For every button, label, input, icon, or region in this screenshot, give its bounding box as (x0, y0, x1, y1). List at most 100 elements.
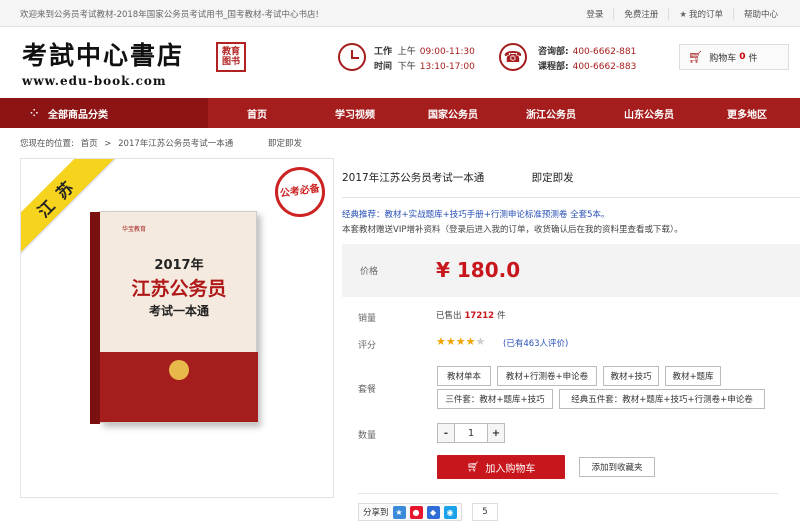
my-orders-label: 我的订单 (688, 10, 723, 20)
consult-phone: 400-6662-881 (572, 47, 637, 57)
price-value: ¥ 180.0 (436, 258, 521, 282)
cart-button[interactable]: 🛒︎ 购物车 0 件 (679, 44, 789, 70)
nav-item-zhejiang[interactable]: 浙江公务员 (502, 98, 600, 128)
my-orders-link[interactable]: ★ 我的订单 (668, 8, 733, 20)
breadcrumb-current[interactable]: 2017年江苏公务员考试一本通 (118, 139, 233, 149)
site-header: 考試中心書店 www.edu-book.com 教育图书 工作 上午 09:00-… (0, 28, 800, 98)
nav-item-national[interactable]: 国家公务员 (404, 98, 502, 128)
add-to-cart-button[interactable]: 🛒︎ 加入购物车 (437, 455, 565, 479)
sales-label: 销量 (358, 314, 377, 324)
share-label: 分享到 (363, 508, 389, 518)
shipping-badge: 即定即发 (531, 172, 574, 184)
clock-icon (338, 43, 366, 71)
divider (342, 197, 800, 198)
consult-label: 咨询部: (538, 47, 569, 57)
share-count: 5 (472, 503, 498, 521)
cart-label: 购物车 (709, 53, 737, 64)
all-categories-label: 全部商品分类 (48, 109, 108, 121)
quantity-minus-button[interactable]: - (437, 423, 455, 443)
book-subtitle: 考试一本通 (148, 304, 209, 318)
nav-item-shandong[interactable]: 山东公务员 (600, 98, 698, 128)
breadcrumb-separator: > (104, 139, 112, 149)
contact-phones: 咨询部: 400-6662-881 课程部: 400-6662-883 (538, 45, 636, 75)
logo-chinese: 考試中心書店 (22, 41, 185, 70)
tencent-share-icon[interactable]: ◉ (443, 505, 457, 519)
hours-am: 09:00-11:30 (419, 47, 475, 57)
cart-count: 0 (739, 52, 746, 62)
sales-info: 已售出 17212 件 (436, 309, 506, 321)
package-option[interactable]: 三件套：教材+题库+技巧 (437, 389, 553, 409)
package-option[interactable]: 教材+行测卷+申论卷 (497, 366, 597, 386)
help-link[interactable]: 帮助中心 (732, 8, 788, 20)
product-title: 2017年江苏公务员考试一本通 (342, 172, 485, 184)
package-option[interactable]: 教材+题库 (665, 366, 721, 386)
sales-count: 17212 (464, 311, 495, 321)
quantity-plus-button[interactable]: + (487, 423, 505, 443)
all-categories-button[interactable]: ⁘ 全部商品分类 (0, 98, 208, 128)
price-label: 价格 (360, 267, 379, 277)
add-to-cart-label: 加入购物车 (485, 463, 536, 475)
book-cover: 华宝教育 2017年 江苏公务员 考试一本通 (90, 211, 258, 424)
sales-unit: 件 (497, 311, 506, 321)
hours-am-label: 上午 (397, 47, 416, 57)
quantity-label: 数量 (358, 431, 377, 441)
nav-item-home[interactable]: 首页 (208, 98, 306, 128)
welcome-text: 欢迎来到公务员考试教材-2018年国家公务员考试用书_国考教材-考试中心书店! (20, 10, 319, 20)
star-icon: ★ (465, 335, 476, 348)
reviews-link[interactable]: (已有463人评价) (503, 337, 568, 349)
package-label: 套餐 (358, 385, 377, 395)
cart-unit: 件 (748, 53, 758, 64)
top-links: 登录 免费注册 ★ 我的订单 帮助中心 (576, 8, 788, 20)
working-hours: 工作 上午 09:00-11:30 时间 下午 13:10-17:00 (374, 45, 475, 75)
qzone-share-icon[interactable]: ★ (392, 505, 406, 519)
site-logo[interactable]: 考試中心書店 www.edu-book.com (22, 36, 184, 88)
rating-stars: ★★★★★ (436, 335, 485, 348)
package-option[interactable]: 教材+技巧 (603, 366, 659, 386)
star-icon: ★ (679, 10, 687, 20)
book-year: 2017年 (154, 258, 204, 273)
divider (358, 493, 778, 494)
book-emblem-icon (169, 360, 189, 380)
login-link[interactable]: 登录 (576, 8, 613, 20)
phone-icon: ☎ (499, 43, 527, 71)
breadcrumb: 您现在的位置: 首页 > 2017年江苏公务员考试一本通 即定即发 (20, 137, 306, 149)
package-option[interactable]: 教材单本 (437, 366, 491, 386)
quantity-input[interactable]: 1 (455, 423, 487, 443)
star-icon: ★ (445, 335, 456, 348)
nav-item-videos[interactable]: 学习视频 (306, 98, 404, 128)
course-label: 课程部: (538, 62, 569, 72)
breadcrumb-home[interactable]: 首页 (81, 139, 98, 149)
top-bar: 欢迎来到公务员考试教材-2018年国家公务员考试用书_国考教材-考试中心书店! … (0, 0, 800, 27)
quantity-stepper: - 1 + (437, 423, 505, 443)
book-title: 江苏公务员 (131, 278, 227, 300)
exam-stamp: 公考必备 (271, 163, 329, 221)
promo-text[interactable]: 经典推荐：教材+实战题库+技巧手册+行测申论标准预测卷 全套5本。 (342, 208, 609, 220)
add-to-favorites-button[interactable]: 添加到收藏夹 (579, 457, 655, 477)
time-label: 时间 (374, 62, 393, 72)
book-spine (90, 212, 100, 424)
product-image[interactable]: 江苏 公考必备 华宝教育 2017年 江苏公务员 考试一本通 (20, 158, 334, 498)
package-option[interactable]: 经典五件套：教材+题库+技巧+行测卷+申论卷 (559, 389, 765, 409)
hours-label: 工作 (374, 47, 393, 57)
hours-pm-label: 下午 (397, 62, 416, 72)
rating-label: 评分 (358, 341, 377, 351)
register-link[interactable]: 免费注册 (613, 8, 668, 20)
grid-icon: ⁘ (30, 108, 39, 119)
cart-icon: 🛒︎ (688, 50, 704, 64)
book-brand: 华宝教育 (122, 226, 147, 233)
hours-pm: 13:10-17:00 (419, 62, 475, 72)
main-nav: ⁘ 全部商品分类 首页 学习视频 国家公务员 浙江公务员 山东公务员 更多地区 (0, 98, 800, 128)
share-bar: 分享到 ★ ● ◆ ◉ (358, 503, 462, 521)
cart-icon: 🛒︎ (466, 461, 480, 473)
logo-seal: 教育图书 (216, 42, 246, 72)
sales-prefix: 已售出 (436, 311, 462, 321)
logo-url: www.edu-book.com (22, 74, 167, 88)
vip-note: 本套教材赠送VIP增补资料（登录后进入我的订单，收货确认后在我的资料里查看或下载… (342, 225, 683, 235)
breadcrumb-status: 即定即发 (267, 139, 302, 149)
breadcrumb-prefix: 您现在的位置: (20, 139, 74, 149)
weibo-share-icon[interactable]: ● (409, 505, 423, 519)
baidu-share-icon[interactable]: ◆ (426, 505, 440, 519)
star-icon: ★ (436, 335, 446, 348)
nav-item-more-regions[interactable]: 更多地区 (698, 98, 796, 128)
price-box: 价格 ¥ 180.0 (342, 244, 800, 297)
